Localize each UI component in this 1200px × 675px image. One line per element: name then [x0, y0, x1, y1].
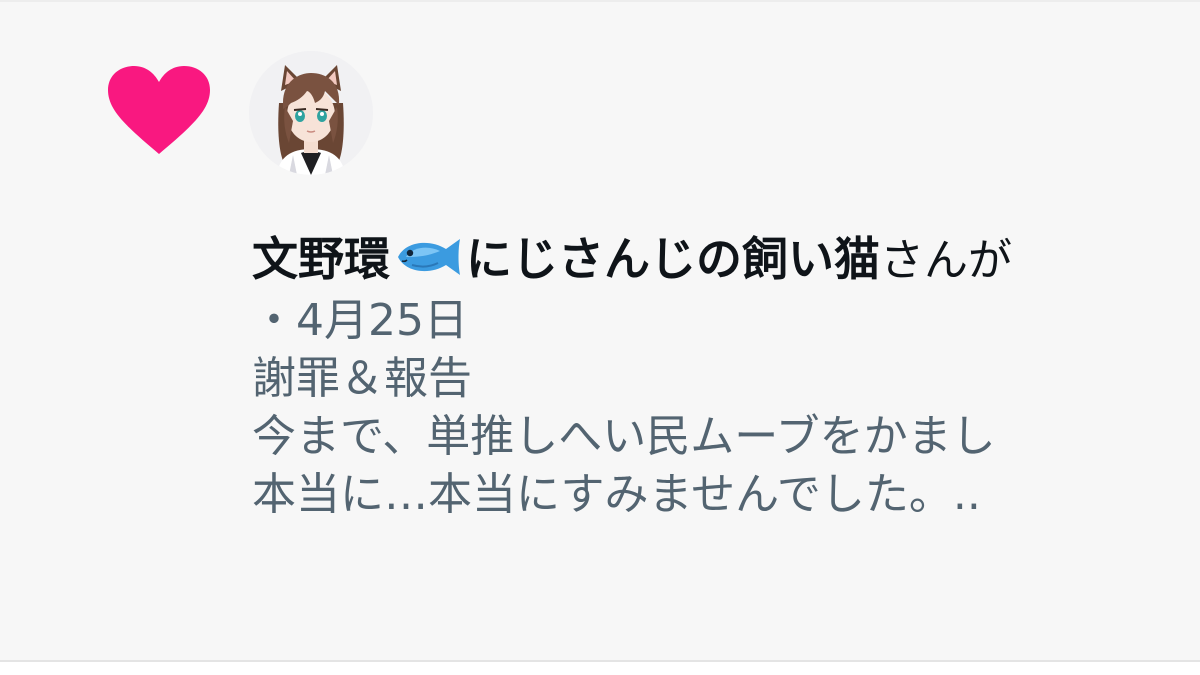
date-separator: ・: [252, 295, 296, 346]
avatar[interactable]: [249, 51, 373, 175]
notification-header: 文野環 にじさんじの飼い猫さんが: [252, 226, 1200, 292]
fish-icon: [398, 239, 460, 275]
user-name[interactable]: 文野環: [252, 232, 390, 286]
action-text: さんが: [880, 235, 1012, 286]
tweet-line-2: 本当に…本当にすみませんでした。..: [252, 469, 981, 520]
tweet-title: 謝罪＆報告: [252, 353, 472, 404]
notification-card[interactable]: 文野環 にじさんじの飼い猫さんが ・4月25日 謝罪＆報告 今まで、単推しへい民…: [0, 0, 1200, 662]
timeline-gap: [0, 662, 1200, 675]
tweet-line-1: 今まで、単推しへい民ムーブをかまし: [252, 411, 996, 462]
timestamp-row: ・4月25日: [252, 292, 1200, 350]
user-name-suffix[interactable]: にじさんじの飼い猫: [466, 232, 880, 286]
notification-text: 文野環 にじさんじの飼い猫さんが ・4月25日 謝罪＆報告 今まで、単推しへい民…: [252, 226, 1200, 524]
date-text[interactable]: 4月25日: [296, 295, 468, 346]
heart-icon: [108, 66, 210, 154]
